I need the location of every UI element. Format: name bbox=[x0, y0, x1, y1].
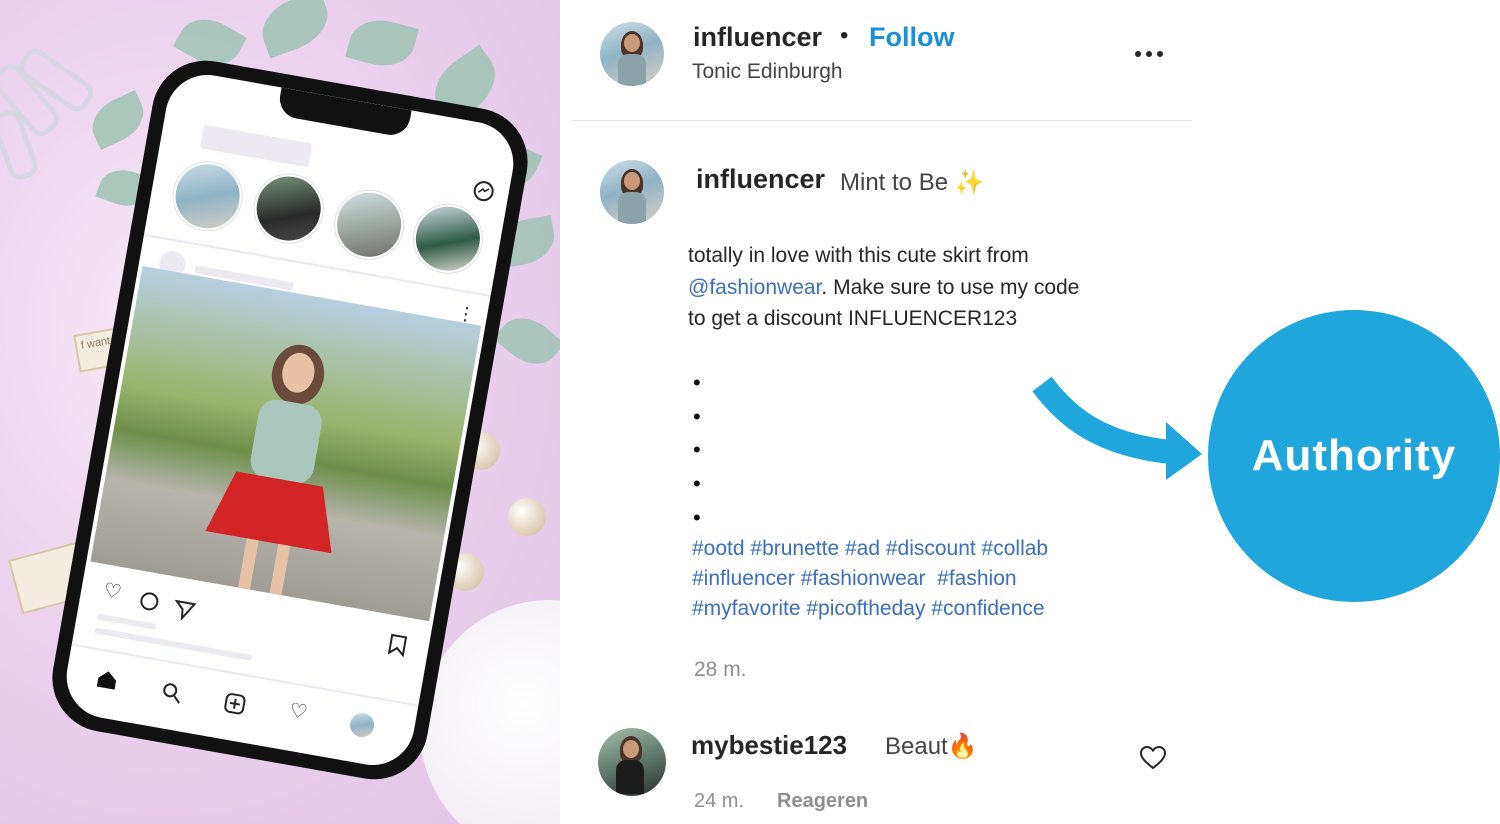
share-icon[interactable] bbox=[171, 597, 197, 626]
fire-emoji: 🔥 bbox=[947, 733, 978, 760]
comment-timestamp: 24 m. bbox=[694, 790, 745, 812]
header-separator: • bbox=[840, 22, 849, 49]
story-avatar[interactable] bbox=[168, 156, 247, 236]
more-horizontal-icon[interactable] bbox=[1134, 46, 1164, 64]
app-title-placeholder bbox=[199, 124, 313, 168]
story-avatar[interactable] bbox=[249, 169, 329, 248]
decorative-background: f want ⋮ ♡ ♡ bbox=[0, 0, 560, 824]
hashtag-line[interactable]: #ootd #brunette #ad #discount #collab bbox=[692, 534, 1048, 564]
hashtag-line[interactable]: #myfavorite #picoftheday #confidence bbox=[692, 594, 1048, 624]
caption-text: totally in love with this cute skirt fro… bbox=[688, 240, 1088, 335]
comment-text-content: Beaut bbox=[885, 733, 948, 760]
sparkle-emoji: ✨ bbox=[954, 169, 985, 196]
bullet-point: • bbox=[693, 404, 701, 429]
authority-label: Authority bbox=[1251, 431, 1457, 480]
caption-timestamp: 28 m. bbox=[694, 658, 747, 681]
bullet-point: • bbox=[693, 471, 701, 496]
commenter-username[interactable]: mybestie123 bbox=[691, 730, 847, 761]
follow-button[interactable]: Follow bbox=[869, 22, 954, 53]
caption-placeholder bbox=[93, 627, 253, 661]
hashtag-block: #ootd #brunette #ad #discount #collab #i… bbox=[692, 534, 1048, 624]
home-icon[interactable] bbox=[94, 666, 120, 695]
caption-title: Mint to Be ✨ bbox=[840, 168, 985, 197]
caption-title-text: Mint to Be bbox=[840, 169, 949, 196]
authority-badge: Authority bbox=[1208, 310, 1500, 602]
header-divider bbox=[572, 120, 1192, 121]
hashtag-line[interactable]: #influencer #fashionwear #fashion bbox=[692, 564, 1048, 594]
push-pin bbox=[508, 498, 546, 536]
comment-icon[interactable] bbox=[136, 589, 162, 618]
bullet-point: • bbox=[693, 437, 701, 462]
story-avatar[interactable] bbox=[408, 199, 488, 279]
caption-text-before: totally in love with this cute skirt fro… bbox=[688, 244, 1029, 267]
caption-author-avatar[interactable] bbox=[600, 160, 664, 224]
bookmark-icon[interactable] bbox=[386, 633, 408, 662]
post-location[interactable]: Tonic Edinburgh bbox=[692, 60, 843, 84]
post-photo[interactable] bbox=[90, 266, 482, 622]
heart-icon[interactable]: ♡ bbox=[288, 700, 309, 725]
annotation-arrow-icon bbox=[1032, 376, 1202, 480]
eucalyptus-leaf bbox=[493, 306, 560, 376]
bullet-point: • bbox=[693, 370, 701, 395]
search-icon[interactable] bbox=[158, 680, 184, 709]
eucalyptus-leaf bbox=[253, 0, 337, 59]
caption-username[interactable]: influencer bbox=[696, 164, 825, 195]
mention-link[interactable]: @fashionwear bbox=[688, 276, 821, 299]
messenger-icon[interactable] bbox=[470, 178, 496, 207]
heart-icon[interactable]: ♡ bbox=[102, 579, 123, 604]
reply-button[interactable]: Reageren bbox=[777, 790, 868, 813]
commenter-avatar[interactable] bbox=[598, 728, 666, 796]
add-post-icon[interactable] bbox=[221, 691, 247, 720]
eucalyptus-leaf bbox=[84, 90, 152, 150]
story-avatar[interactable] bbox=[329, 185, 409, 265]
heart-outline-icon[interactable] bbox=[1139, 745, 1167, 775]
binder-clip-text: f want bbox=[80, 334, 112, 352]
post-author-username[interactable]: influencer bbox=[693, 22, 822, 53]
bullet-point: • bbox=[693, 505, 701, 530]
comment-text: Beaut🔥 bbox=[885, 732, 978, 761]
post-author-avatar[interactable] bbox=[600, 22, 664, 86]
profile-avatar-icon[interactable] bbox=[348, 711, 377, 740]
eucalyptus-leaf bbox=[345, 12, 419, 74]
